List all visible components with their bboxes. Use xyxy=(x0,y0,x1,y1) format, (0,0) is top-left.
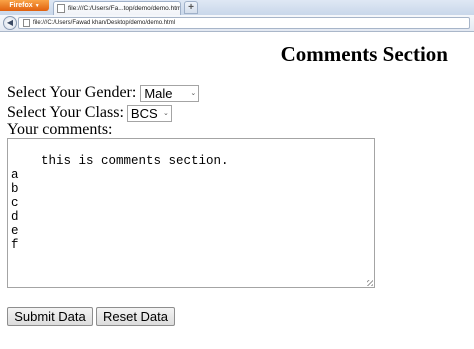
back-button[interactable]: ◀ xyxy=(3,16,17,30)
gender-select-value: Male xyxy=(144,85,173,101)
resize-grip-icon[interactable] xyxy=(367,280,373,286)
chevron-down-icon: ⌄ xyxy=(162,109,169,117)
class-select[interactable]: BCS ⌄ xyxy=(126,104,172,122)
tab-title: file:///C:/Users/Fa...top/demo/demo.html xyxy=(68,5,180,12)
gender-row: Select Your Gender: Male ⌄ xyxy=(7,84,200,102)
back-arrow-icon: ◀ xyxy=(6,18,14,27)
chevron-down-icon: ⌄ xyxy=(190,89,197,97)
firefox-menu-label: Firefox xyxy=(9,2,33,9)
url-text: file:///C:/Users/Fawad khan/Desktop/demo… xyxy=(33,20,176,26)
comments-label: Your comments: xyxy=(7,121,113,138)
chevron-down-icon: ▼ xyxy=(34,2,40,9)
reset-button[interactable]: Reset Data xyxy=(96,307,175,326)
gender-label: Select Your Gender: xyxy=(7,84,137,101)
submit-button[interactable]: Submit Data xyxy=(7,307,93,326)
class-label: Select Your Class: xyxy=(7,104,124,121)
comments-row: Your comments: xyxy=(7,121,113,139)
navigation-bar: ◀ file:///C:/Users/Fawad khan/Desktop/de… xyxy=(0,15,474,32)
browser-titlebar: Firefox ▼ file:///C:/Users/Fa...top/demo… xyxy=(0,0,474,15)
gender-select[interactable]: Male ⌄ xyxy=(140,84,200,102)
comments-text: this is comments section. a b c d e f xyxy=(11,154,229,252)
comments-textarea[interactable]: this is comments section. a b c d e f xyxy=(7,138,375,288)
address-bar[interactable]: file:///C:/Users/Fawad khan/Desktop/demo… xyxy=(18,17,470,29)
new-tab-button[interactable]: + xyxy=(184,1,198,14)
firefox-menu-button[interactable]: Firefox ▼ xyxy=(0,0,49,11)
page-icon xyxy=(23,19,30,27)
page-title: Comments Section xyxy=(280,42,448,66)
browser-tab[interactable]: file:///C:/Users/Fa...top/demo/demo.html xyxy=(53,1,181,15)
class-row: Select Your Class: BCS ⌄ xyxy=(7,104,172,122)
page-icon xyxy=(57,4,65,13)
page-content: Comments Section Select Your Gender: Mal… xyxy=(0,33,474,349)
class-select-value: BCS xyxy=(130,105,158,121)
